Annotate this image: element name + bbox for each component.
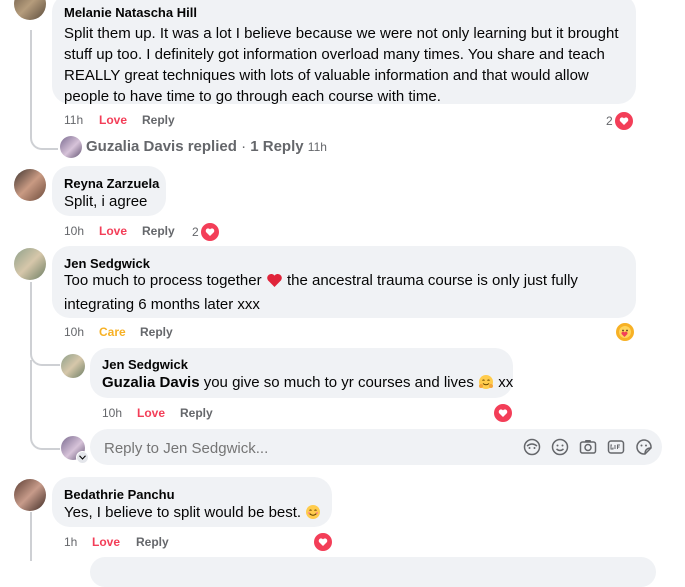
comment-text: Split, i agree — [64, 193, 148, 210]
comment-time[interactable]: 1h — [64, 534, 77, 550]
mention-link[interactable]: Guzalia Davis — [102, 374, 200, 391]
reply-time: 11h — [307, 140, 327, 154]
care-button[interactable]: Care — [99, 324, 126, 340]
smile-emoji-icon — [305, 504, 321, 526]
thread-line — [30, 360, 60, 450]
reply-text: Guzalia Davis you give so much to yr cou… — [102, 372, 513, 396]
care-icon — [614, 321, 636, 343]
avatar-sticker-icon[interactable] — [522, 437, 542, 457]
replied-label: replied — [187, 138, 237, 155]
comment-actions: 10h Love Reply — [64, 223, 264, 239]
comment-text-line: integrating 6 months later xxx — [64, 296, 260, 313]
comment-actions: 10h Care Reply — [64, 324, 264, 340]
reply-button[interactable]: Reply — [142, 223, 175, 239]
comment-bubble: Bedathrie Panchu Yes, I believe to split… — [52, 477, 332, 527]
reply-input[interactable] — [102, 437, 506, 459]
reply-button[interactable]: Reply — [136, 534, 169, 550]
love-button[interactable]: Love — [99, 112, 127, 128]
comment-text: Too much to process together the ancestr… — [64, 270, 578, 315]
reply-input-box[interactable] — [90, 429, 662, 465]
comment-text-line: stuff up too. I definitely got informati… — [64, 46, 605, 63]
reply-bubble: Jen Sedgwick Guzalia Davis you give so m… — [90, 348, 513, 398]
comment-author[interactable]: Bedathrie Panchu — [64, 487, 175, 503]
avatar[interactable] — [60, 136, 82, 158]
love-button[interactable]: Love — [137, 405, 165, 421]
comment-time[interactable]: 11h — [64, 112, 83, 128]
avatar[interactable] — [14, 169, 46, 201]
comment-text: Yes, I believe to split would be best. — [64, 502, 321, 526]
reply-text-segment: xx — [498, 374, 514, 391]
comment-author[interactable]: Reyna Zarzuela — [64, 176, 159, 192]
comment-text-segment: the ancestral trauma course is only just… — [286, 272, 578, 289]
heart-icon — [492, 402, 514, 424]
reaction-count[interactable]: 2 — [192, 221, 221, 243]
sticker-icon[interactable] — [634, 437, 654, 457]
reply-time[interactable]: 10h — [102, 405, 122, 421]
avatar[interactable] — [14, 479, 46, 511]
thread-line — [30, 512, 34, 561]
avatar[interactable] — [14, 248, 46, 280]
love-button[interactable]: Love — [92, 534, 120, 550]
view-replies-link[interactable]: Guzalia Davis replied · 1 Reply 11h — [86, 138, 327, 156]
comment-actions: 11h Love Reply — [64, 112, 264, 128]
reply-button[interactable]: Reply — [140, 324, 173, 340]
comment-text: Split them up. It was a lot I believe be… — [64, 23, 619, 107]
reaction-count-number: 2 — [606, 114, 613, 128]
comment-text-line: Split them up. It was a lot I believe be… — [64, 25, 619, 42]
comment-bubble: Melanie Natascha Hill Split them up. It … — [52, 0, 636, 107]
comment-actions: 1h Love Reply — [64, 534, 264, 550]
avatar[interactable] — [61, 354, 85, 378]
replier-name: Guzalia Davis — [86, 138, 184, 155]
reaction-count[interactable] — [312, 531, 334, 553]
heart-icon — [612, 110, 635, 132]
reply-author[interactable]: Jen Sedgwick — [102, 357, 188, 373]
reply-actions: 10h Love Reply — [102, 405, 302, 421]
camera-icon[interactable] — [578, 437, 598, 457]
next-reply-bubble — [90, 557, 656, 587]
heart-icon — [312, 531, 334, 553]
comment-bubble: Reyna Zarzuela Split, i agree — [52, 166, 166, 216]
emoji-icon[interactable] — [550, 437, 570, 457]
love-button[interactable]: Love — [99, 223, 127, 239]
comment-text-segment: Too much to process together — [64, 272, 262, 289]
reply-count: 1 Reply — [250, 138, 304, 155]
reaction-count[interactable] — [614, 321, 636, 343]
hug-emoji-icon — [478, 374, 494, 396]
heart-emoji-icon — [266, 272, 283, 294]
comment-text-line: people to have time to go through each c… — [64, 88, 441, 105]
heart-icon — [198, 221, 221, 243]
comment-author[interactable]: Melanie Natascha Hill — [64, 5, 197, 21]
reaction-count[interactable]: 2 — [606, 110, 635, 132]
comment-bubble: Jen Sedgwick Too much to process togethe… — [52, 246, 636, 318]
comment-time[interactable]: 10h — [64, 223, 84, 239]
comment-text-segment: Yes, I believe to split would be best. — [64, 504, 302, 521]
comment-text-line: REALLY great techniques with lots of val… — [64, 67, 589, 84]
separator: · — [241, 138, 247, 155]
reply-button[interactable]: Reply — [180, 405, 213, 421]
comment-time[interactable]: 10h — [64, 324, 84, 340]
avatar[interactable] — [14, 0, 46, 20]
reaction-count[interactable] — [492, 402, 514, 424]
gif-icon[interactable] — [606, 437, 626, 457]
chevron-down-icon[interactable] — [76, 451, 89, 464]
reply-button[interactable]: Reply — [142, 112, 175, 128]
reply-text-segment: you give so much to yr courses and lives — [203, 374, 474, 391]
reaction-count-number: 2 — [192, 225, 199, 239]
